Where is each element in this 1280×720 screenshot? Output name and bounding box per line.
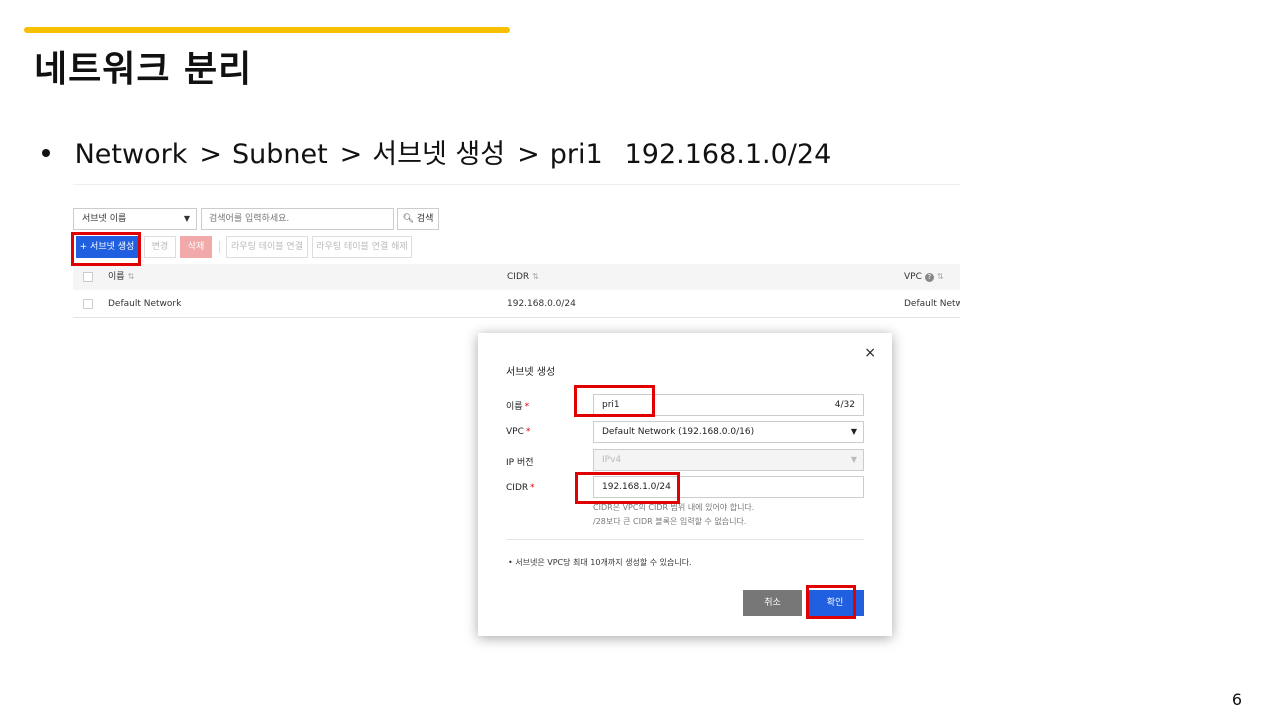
limit-note: • 서브넷은 VPC당 최대 10개까지 생성할 수 있습니다.: [508, 558, 692, 567]
cancel-button[interactable]: 취소: [743, 590, 802, 616]
row-cidr: 192.168.0.0/24: [507, 299, 576, 309]
vpc-select[interactable]: Default Network (192.168.0.0/16) ▼: [593, 421, 864, 443]
delete-button[interactable]: 삭제: [180, 236, 212, 258]
column-header-vpc[interactable]: VPC? ⇅: [904, 271, 944, 283]
highlight-box-cidr: [575, 472, 680, 504]
path-network: Network: [74, 139, 188, 170]
caret-down-icon: ▼: [183, 214, 190, 223]
label-text: CIDR: [506, 483, 529, 493]
divider: [73, 184, 960, 185]
ip-version-value: IPv4: [602, 455, 622, 465]
name-label: 이름 *: [506, 399, 529, 412]
row-vpc: Default Netwo: [904, 299, 960, 309]
column-label: CIDR: [507, 272, 530, 282]
divider: [506, 539, 864, 540]
dialog-title: 서브넷 생성: [506, 367, 556, 378]
console-screenshot: 서브넷 이름 ▼ 🔍︎ 검색 + 서브넷 생성 변경 삭제 라우팅 테이블 연결…: [73, 184, 960, 324]
page-number: 6: [1231, 690, 1242, 709]
required-mark: *: [530, 483, 535, 493]
close-icon[interactable]: ×: [864, 345, 876, 361]
table-row[interactable]: Default Network 192.168.0.0/24 Default N…: [73, 290, 960, 318]
search-field-select[interactable]: 서브넷 이름 ▼: [73, 208, 197, 230]
column-label: 이름: [108, 272, 125, 282]
column-label: VPC: [904, 272, 922, 282]
sort-icon: ⇅: [532, 272, 539, 281]
ip-version-label: IP 버전: [506, 458, 534, 468]
required-mark: *: [524, 402, 530, 412]
label-text: 이름: [506, 402, 523, 412]
table-header: 이름 ⇅ CIDR ⇅ VPC? ⇅: [73, 264, 960, 290]
route-table-unlink-button[interactable]: 라우팅 테이블 연결 해제: [312, 236, 412, 258]
path-separator: >: [199, 139, 222, 170]
slide-title: 네트워크 분리: [34, 49, 253, 90]
column-header-cidr[interactable]: CIDR ⇅: [507, 271, 539, 283]
required-mark: *: [525, 427, 531, 437]
bullet-path: Network > Subnet > 서브넷 생성 > pri1 192.168.1.0/24: [42, 132, 831, 171]
vpc-value: Default Network (192.168.0.0/16): [602, 427, 755, 437]
toolbar-divider: [219, 241, 220, 253]
sort-icon: ⇅: [127, 272, 135, 281]
cidr-help-2: /28보다 큰 CIDR 블록은 입력할 수 없습니다.: [593, 517, 747, 526]
route-table-link-button[interactable]: 라우팅 테이블 연결: [226, 236, 308, 258]
caret-down-icon: ▼: [850, 427, 857, 436]
help-icon: ?: [924, 273, 934, 282]
highlight-box-create: [71, 232, 141, 266]
search-button-label: 검색: [416, 214, 434, 224]
path-separator: >: [517, 139, 540, 170]
path-separator: >: [339, 139, 363, 170]
char-counter: 4/32: [834, 400, 855, 410]
search-button[interactable]: 🔍︎ 검색: [397, 208, 439, 230]
search-icon: 🔍︎: [402, 214, 414, 224]
bullet-dot-icon: [42, 148, 50, 157]
caret-down-icon: ▼: [850, 455, 857, 464]
search-input[interactable]: [201, 208, 394, 230]
vpc-label: VPC *: [506, 427, 530, 437]
path-pri1: pri1: [549, 139, 603, 170]
highlight-box-name: [574, 385, 655, 417]
sort-icon: ⇅: [936, 272, 944, 281]
highlight-box-confirm: [806, 585, 856, 619]
edit-button[interactable]: 변경: [144, 236, 176, 258]
path-cidr: 192.168.1.0/24: [624, 139, 832, 170]
ip-version-select: IPv4 ▼: [593, 449, 864, 471]
path-create-subnet: 서브넷 생성: [372, 139, 506, 170]
row-checkbox[interactable]: [83, 299, 93, 309]
cidr-label: CIDR *: [506, 483, 535, 493]
title-accent-bar: [24, 27, 510, 33]
select-all-checkbox[interactable]: [83, 272, 93, 282]
column-header-name[interactable]: 이름 ⇅: [108, 271, 134, 283]
search-select-label: 서브넷 이름: [82, 214, 127, 224]
row-name: Default Network: [108, 299, 182, 309]
label-text: VPC: [506, 427, 524, 437]
path-subnet: Subnet: [231, 139, 328, 170]
